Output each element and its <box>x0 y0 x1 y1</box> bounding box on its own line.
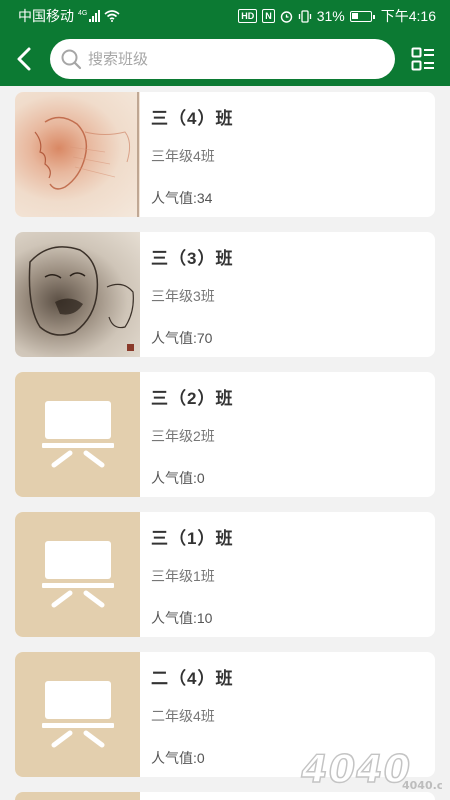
class-thumbnail <box>15 92 140 217</box>
wifi-icon <box>104 10 120 22</box>
sketch-grotesque-heads-image <box>28 246 134 351</box>
class-card[interactable]: 三（1）班 三年级1班 人气值:10 <box>15 512 435 637</box>
class-name: 三（2）班 <box>151 389 234 408</box>
chevron-left-icon <box>17 47 31 71</box>
class-popularity: 人气值:0 <box>151 750 205 766</box>
top-toolbar <box>0 32 450 86</box>
class-popularity: 人气值:34 <box>151 190 213 206</box>
svg-text:4040: 4040 <box>297 747 415 792</box>
class-name: 三（4）班 <box>151 109 234 128</box>
class-name: 三（1）班 <box>151 529 234 548</box>
class-popularity: 人气值:70 <box>151 330 213 346</box>
clock: 下午4:16 <box>380 8 436 24</box>
class-popularity: 人气值:10 <box>151 610 213 626</box>
class-thumbnail <box>15 372 140 497</box>
class-thumbnail <box>15 792 140 800</box>
blackboard-icon <box>41 540 114 607</box>
class-card[interactable]: 三（4）班 三年级4班 人气值:34 <box>15 92 435 217</box>
class-grade: 三年级2班 <box>151 428 215 444</box>
network-type-label: 4G <box>78 10 88 17</box>
class-card[interactable]: 三（3）班 三年级3班 人气值:70 <box>15 232 435 357</box>
class-thumbnail <box>15 652 140 777</box>
hd-badge: HD <box>238 9 258 23</box>
list-view-icon <box>411 47 434 71</box>
status-bar: 中国移动 4G HD N 31% 下午4:16 <box>0 0 450 32</box>
class-grade: 三年级3班 <box>151 288 215 304</box>
class-card[interactable]: 三（2）班 三年级2班 人气值:0 <box>15 372 435 497</box>
battery-percent: 31% <box>316 8 345 24</box>
class-grade: 二年级4班 <box>151 708 215 724</box>
vibrate-icon <box>298 9 311 23</box>
search-bar[interactable] <box>50 39 395 79</box>
nfc-badge: N <box>262 9 275 23</box>
carrier-label: 中国移动 <box>18 8 74 24</box>
alarm-icon <box>280 10 292 23</box>
class-popularity: 人气值:0 <box>151 470 205 486</box>
class-thumbnail <box>15 512 140 637</box>
watermark-text: 4040.com <box>402 779 442 792</box>
view-toggle-button[interactable] <box>395 32 450 86</box>
class-list: 三（4）班 三年级4班 人气值:34 三（3）班 三年级3班 人气值:70 三（… <box>15 92 435 800</box>
sketch-red-profile-image <box>34 92 139 217</box>
search-input[interactable] <box>88 50 368 68</box>
cellular-signal-icon: 4G <box>78 10 101 22</box>
blackboard-icon <box>41 400 114 467</box>
class-name: 三（3）班 <box>151 249 234 268</box>
search-icon <box>61 49 82 70</box>
class-grade: 三年级1班 <box>151 568 215 584</box>
class-grade: 三年级4班 <box>151 148 215 164</box>
class-thumbnail <box>15 232 140 357</box>
battery-icon <box>349 10 375 22</box>
blackboard-icon <box>41 680 114 747</box>
back-button[interactable] <box>0 32 48 86</box>
watermark-logo: 4040 4040.com <box>292 742 450 794</box>
class-name: 二（4）班 <box>151 669 234 688</box>
